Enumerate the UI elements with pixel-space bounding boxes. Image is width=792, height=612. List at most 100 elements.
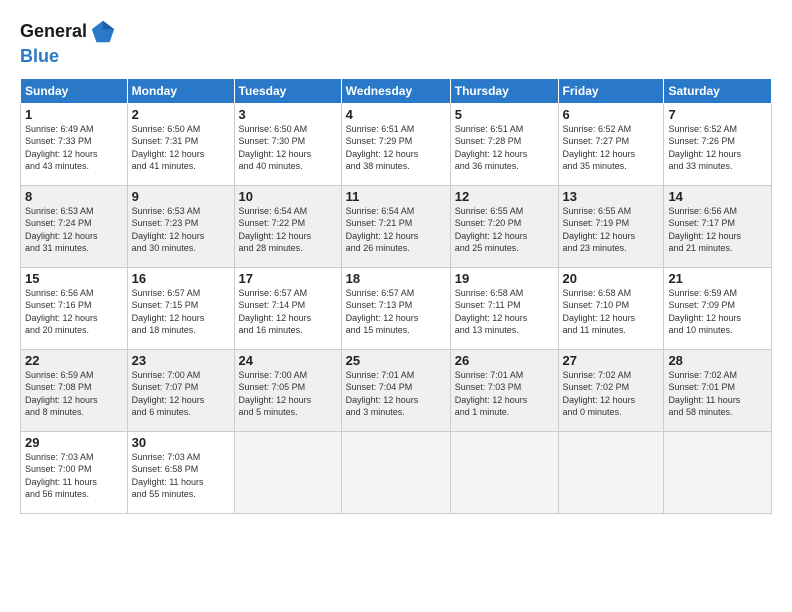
day-info: Sunrise: 6:57 AMSunset: 7:15 PMDaylight:… [132, 287, 230, 337]
day-info: Sunrise: 7:00 AMSunset: 7:05 PMDaylight:… [239, 369, 337, 419]
weekday-wednesday: Wednesday [341, 78, 450, 103]
day-info: Sunrise: 6:51 AMSunset: 7:29 PMDaylight:… [346, 123, 446, 173]
logo-blue: Blue [20, 46, 117, 68]
calendar-cell: 2Sunrise: 6:50 AMSunset: 7:31 PMDaylight… [127, 103, 234, 185]
calendar-cell: 21Sunrise: 6:59 AMSunset: 7:09 PMDayligh… [664, 267, 772, 349]
day-info: Sunrise: 6:59 AMSunset: 7:09 PMDaylight:… [668, 287, 767, 337]
day-number: 25 [346, 353, 446, 368]
calendar-cell: 4Sunrise: 6:51 AMSunset: 7:29 PMDaylight… [341, 103, 450, 185]
day-number: 3 [239, 107, 337, 122]
day-number: 24 [239, 353, 337, 368]
calendar-week-5: 29Sunrise: 7:03 AMSunset: 7:00 PMDayligh… [21, 431, 772, 513]
day-info: Sunrise: 6:50 AMSunset: 7:31 PMDaylight:… [132, 123, 230, 173]
day-number: 15 [25, 271, 123, 286]
day-info: Sunrise: 6:53 AMSunset: 7:24 PMDaylight:… [25, 205, 123, 255]
day-number: 12 [455, 189, 554, 204]
day-info: Sunrise: 6:54 AMSunset: 7:22 PMDaylight:… [239, 205, 337, 255]
weekday-thursday: Thursday [450, 78, 558, 103]
calendar-cell: 13Sunrise: 6:55 AMSunset: 7:19 PMDayligh… [558, 185, 664, 267]
day-number: 7 [668, 107, 767, 122]
day-info: Sunrise: 6:58 AMSunset: 7:10 PMDaylight:… [563, 287, 660, 337]
calendar-cell: 25Sunrise: 7:01 AMSunset: 7:04 PMDayligh… [341, 349, 450, 431]
day-info: Sunrise: 6:52 AMSunset: 7:26 PMDaylight:… [668, 123, 767, 173]
day-info: Sunrise: 7:00 AMSunset: 7:07 PMDaylight:… [132, 369, 230, 419]
day-info: Sunrise: 7:02 AMSunset: 7:02 PMDaylight:… [563, 369, 660, 419]
day-info: Sunrise: 7:03 AMSunset: 7:00 PMDaylight:… [25, 451, 123, 501]
calendar-week-4: 22Sunrise: 6:59 AMSunset: 7:08 PMDayligh… [21, 349, 772, 431]
header: General Blue [20, 18, 772, 68]
weekday-header-row: SundayMondayTuesdayWednesdayThursdayFrid… [21, 78, 772, 103]
calendar-cell: 27Sunrise: 7:02 AMSunset: 7:02 PMDayligh… [558, 349, 664, 431]
calendar-cell [450, 431, 558, 513]
weekday-friday: Friday [558, 78, 664, 103]
day-info: Sunrise: 6:56 AMSunset: 7:16 PMDaylight:… [25, 287, 123, 337]
day-info: Sunrise: 6:51 AMSunset: 7:28 PMDaylight:… [455, 123, 554, 173]
day-number: 2 [132, 107, 230, 122]
calendar-cell: 11Sunrise: 6:54 AMSunset: 7:21 PMDayligh… [341, 185, 450, 267]
calendar-cell: 14Sunrise: 6:56 AMSunset: 7:17 PMDayligh… [664, 185, 772, 267]
logo-icon [89, 18, 117, 46]
calendar-cell: 28Sunrise: 7:02 AMSunset: 7:01 PMDayligh… [664, 349, 772, 431]
calendar-table: SundayMondayTuesdayWednesdayThursdayFrid… [20, 78, 772, 514]
calendar-cell: 18Sunrise: 6:57 AMSunset: 7:13 PMDayligh… [341, 267, 450, 349]
calendar-cell: 29Sunrise: 7:03 AMSunset: 7:00 PMDayligh… [21, 431, 128, 513]
calendar-cell [558, 431, 664, 513]
day-info: Sunrise: 6:52 AMSunset: 7:27 PMDaylight:… [563, 123, 660, 173]
calendar-cell: 20Sunrise: 6:58 AMSunset: 7:10 PMDayligh… [558, 267, 664, 349]
logo: General Blue [20, 18, 117, 68]
day-number: 23 [132, 353, 230, 368]
calendar-cell: 8Sunrise: 6:53 AMSunset: 7:24 PMDaylight… [21, 185, 128, 267]
calendar-cell: 5Sunrise: 6:51 AMSunset: 7:28 PMDaylight… [450, 103, 558, 185]
day-number: 10 [239, 189, 337, 204]
weekday-monday: Monday [127, 78, 234, 103]
day-number: 19 [455, 271, 554, 286]
day-number: 22 [25, 353, 123, 368]
day-number: 11 [346, 189, 446, 204]
calendar-cell: 15Sunrise: 6:56 AMSunset: 7:16 PMDayligh… [21, 267, 128, 349]
day-info: Sunrise: 7:01 AMSunset: 7:03 PMDaylight:… [455, 369, 554, 419]
day-number: 29 [25, 435, 123, 450]
calendar-cell: 23Sunrise: 7:00 AMSunset: 7:07 PMDayligh… [127, 349, 234, 431]
day-info: Sunrise: 7:01 AMSunset: 7:04 PMDaylight:… [346, 369, 446, 419]
calendar-cell: 3Sunrise: 6:50 AMSunset: 7:30 PMDaylight… [234, 103, 341, 185]
calendar-cell: 30Sunrise: 7:03 AMSunset: 6:58 PMDayligh… [127, 431, 234, 513]
day-info: Sunrise: 6:57 AMSunset: 7:14 PMDaylight:… [239, 287, 337, 337]
calendar-cell: 10Sunrise: 6:54 AMSunset: 7:22 PMDayligh… [234, 185, 341, 267]
day-info: Sunrise: 6:54 AMSunset: 7:21 PMDaylight:… [346, 205, 446, 255]
day-number: 27 [563, 353, 660, 368]
day-number: 18 [346, 271, 446, 286]
weekday-sunday: Sunday [21, 78, 128, 103]
day-number: 16 [132, 271, 230, 286]
day-number: 13 [563, 189, 660, 204]
calendar-cell: 6Sunrise: 6:52 AMSunset: 7:27 PMDaylight… [558, 103, 664, 185]
day-info: Sunrise: 6:55 AMSunset: 7:20 PMDaylight:… [455, 205, 554, 255]
logo-text: General [20, 21, 87, 43]
day-number: 4 [346, 107, 446, 122]
day-number: 20 [563, 271, 660, 286]
day-number: 17 [239, 271, 337, 286]
calendar-cell: 19Sunrise: 6:58 AMSunset: 7:11 PMDayligh… [450, 267, 558, 349]
calendar-cell: 9Sunrise: 6:53 AMSunset: 7:23 PMDaylight… [127, 185, 234, 267]
day-info: Sunrise: 6:59 AMSunset: 7:08 PMDaylight:… [25, 369, 123, 419]
calendar-cell [341, 431, 450, 513]
calendar-cell: 22Sunrise: 6:59 AMSunset: 7:08 PMDayligh… [21, 349, 128, 431]
day-number: 21 [668, 271, 767, 286]
day-info: Sunrise: 6:56 AMSunset: 7:17 PMDaylight:… [668, 205, 767, 255]
day-info: Sunrise: 6:53 AMSunset: 7:23 PMDaylight:… [132, 205, 230, 255]
day-number: 28 [668, 353, 767, 368]
day-info: Sunrise: 6:55 AMSunset: 7:19 PMDaylight:… [563, 205, 660, 255]
day-number: 9 [132, 189, 230, 204]
day-info: Sunrise: 7:02 AMSunset: 7:01 PMDaylight:… [668, 369, 767, 419]
calendar-cell: 26Sunrise: 7:01 AMSunset: 7:03 PMDayligh… [450, 349, 558, 431]
weekday-saturday: Saturday [664, 78, 772, 103]
page: General Blue SundayMondayTuesdayWednesda… [0, 0, 792, 612]
day-number: 1 [25, 107, 123, 122]
day-number: 6 [563, 107, 660, 122]
calendar-week-1: 1Sunrise: 6:49 AMSunset: 7:33 PMDaylight… [21, 103, 772, 185]
calendar-cell [234, 431, 341, 513]
day-info: Sunrise: 6:57 AMSunset: 7:13 PMDaylight:… [346, 287, 446, 337]
day-info: Sunrise: 6:58 AMSunset: 7:11 PMDaylight:… [455, 287, 554, 337]
day-info: Sunrise: 7:03 AMSunset: 6:58 PMDaylight:… [132, 451, 230, 501]
day-info: Sunrise: 6:50 AMSunset: 7:30 PMDaylight:… [239, 123, 337, 173]
calendar-week-3: 15Sunrise: 6:56 AMSunset: 7:16 PMDayligh… [21, 267, 772, 349]
